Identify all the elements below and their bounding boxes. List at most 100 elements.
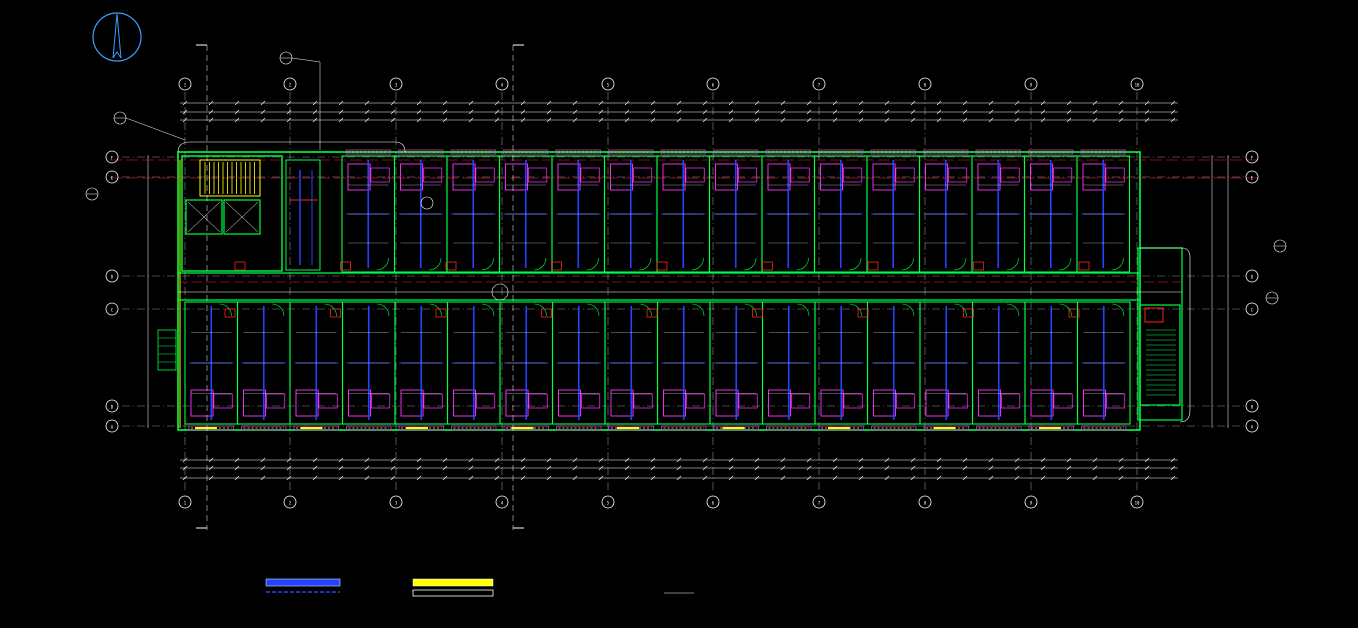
axis-bubble-row-B-left: B	[105, 399, 119, 413]
axis-bubble-col-10-top: 10	[1130, 77, 1144, 91]
axis-bubble-col-7-top: 7	[812, 77, 826, 91]
axis-bubble-row-D-right: D	[1245, 269, 1259, 283]
axis-bubble-row-C-right: C	[1245, 302, 1259, 316]
axis-bubble-col-7-bottom: 7	[812, 495, 826, 509]
axis-bubble-col-1-bottom: 1	[178, 495, 192, 509]
axis-bubble-col-4-bottom: 4	[495, 495, 509, 509]
axis-bubble-col-9-top: 9	[1024, 77, 1038, 91]
floor-plan-drawing: 1122334455667788991010F FE ED DC CB BA A	[85, 12, 1287, 597]
room-module	[866, 301, 921, 431]
svg-text:D: D	[1251, 275, 1254, 280]
svg-text:2: 2	[289, 83, 292, 88]
svg-text:4: 4	[501, 501, 504, 506]
axis-bubbles: 1122334455667788991010F FE ED DC CB BA A	[105, 77, 1259, 509]
room-module	[1076, 149, 1131, 273]
svg-text:B: B	[1251, 405, 1254, 410]
axis-bubble-col-2-bottom: 2	[283, 495, 297, 509]
legend	[265, 578, 494, 597]
legend-swatch-pipe	[265, 578, 341, 587]
room-module	[1076, 301, 1131, 431]
axis-bubble-row-D-left: D	[105, 269, 119, 283]
svg-text:10: 10	[1135, 83, 1140, 88]
room-module	[1023, 149, 1078, 273]
svg-text:9: 9	[1030, 501, 1033, 506]
svg-text:7: 7	[818, 501, 821, 506]
room-module	[604, 301, 659, 431]
room-module	[341, 149, 396, 273]
room-module	[551, 149, 606, 273]
svg-text:3: 3	[395, 501, 398, 506]
svg-text:2: 2	[289, 501, 292, 506]
room-module	[866, 149, 921, 273]
axis-bubble-row-E-left: E	[105, 170, 119, 184]
room-module	[709, 301, 764, 431]
svg-text:1: 1	[184, 501, 187, 506]
axis-bubble-col-6-bottom: 6	[706, 495, 720, 509]
axis-bubble-col-5-top: 5	[601, 77, 615, 91]
room-module	[814, 301, 869, 431]
axis-bubble-row-F-right: F	[1245, 150, 1259, 164]
north-arrow-icon	[92, 12, 142, 62]
room-module	[813, 149, 868, 273]
legend-swatch-outline	[412, 589, 494, 597]
svg-text:1: 1	[184, 83, 187, 88]
svg-text:8: 8	[924, 83, 927, 88]
axis-bubble-row-F-left: F	[105, 150, 119, 164]
axis-bubble-col-10-bottom: 10	[1130, 495, 1144, 509]
exterior-steps	[157, 329, 177, 371]
room-modules	[179, 149, 1131, 431]
room-module	[393, 149, 448, 273]
room-module	[446, 149, 501, 273]
svg-text:8: 8	[924, 501, 927, 506]
svg-text:5: 5	[607, 83, 610, 88]
axis-bubble-row-B-right: B	[1245, 399, 1259, 413]
axis-bubble-row-A-right: A	[1245, 419, 1259, 433]
axis-bubble-col-8-top: 8	[918, 77, 932, 91]
dimension-ticks	[182, 100, 1176, 481]
right-stair	[1139, 304, 1181, 406]
svg-text:D: D	[111, 275, 114, 280]
room-module	[184, 301, 239, 431]
room-module	[289, 301, 344, 431]
room-module	[919, 301, 974, 431]
room-module	[341, 301, 396, 431]
elevator-icon	[185, 199, 261, 235]
axis-bubble-col-1-top: 1	[178, 77, 192, 91]
room-module	[971, 149, 1026, 273]
room-module	[761, 301, 816, 431]
room-module	[603, 149, 658, 273]
room-module	[498, 149, 553, 273]
axis-bubble-col-4-top: 4	[495, 77, 509, 91]
room-module	[761, 149, 816, 273]
svg-text:C: C	[1251, 308, 1254, 313]
svg-text:5: 5	[607, 501, 610, 506]
svg-text:10: 10	[1135, 501, 1140, 506]
axis-bubble-col-3-bottom: 3	[389, 495, 403, 509]
dimension-lines	[147, 102, 1229, 479]
room-module	[394, 301, 449, 431]
section-cuts	[196, 44, 524, 530]
room-module	[446, 301, 501, 431]
axis-bubble-col-5-bottom: 5	[601, 495, 615, 509]
axis-bubble-col-8-bottom: 8	[918, 495, 932, 509]
svg-text:B: B	[111, 405, 114, 410]
svg-text:9: 9	[1030, 83, 1033, 88]
svg-text:6: 6	[712, 501, 715, 506]
axis-bubble-col-6-top: 6	[706, 77, 720, 91]
axis-bubble-col-3-top: 3	[389, 77, 403, 91]
svg-text:3: 3	[395, 83, 398, 88]
room-module	[708, 149, 763, 273]
axis-bubble-row-C-left: C	[105, 302, 119, 316]
axis-bubble-col-9-bottom: 9	[1024, 495, 1038, 509]
axis-bubble-row-A-left: A	[105, 419, 119, 433]
room-module	[656, 301, 711, 431]
room-module	[918, 149, 973, 273]
svg-text:A: A	[111, 425, 114, 430]
room-module	[499, 301, 554, 431]
room-module	[1024, 301, 1079, 431]
svg-text:6: 6	[712, 83, 715, 88]
room-module	[551, 301, 606, 431]
room-module	[236, 301, 291, 431]
stair-elevator-core	[181, 155, 321, 272]
svg-text:A: A	[1251, 425, 1254, 430]
